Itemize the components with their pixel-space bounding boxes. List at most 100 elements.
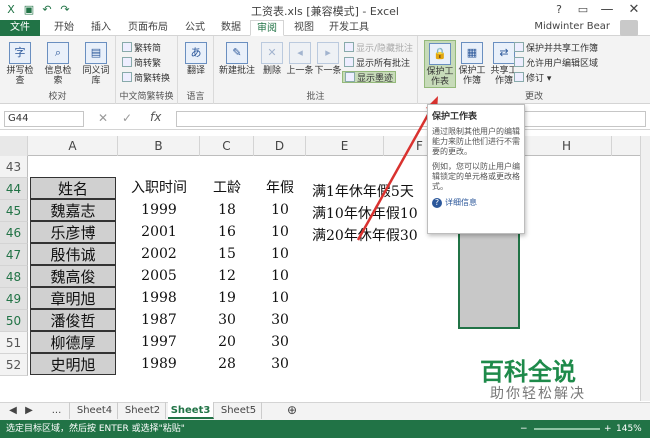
user-name[interactable]: Midwinter Bear	[534, 21, 610, 32]
cell-name[interactable]: 史明旭	[30, 353, 116, 375]
tab-page-layout[interactable]: 页面布局	[122, 20, 174, 36]
chinese-conversion-button[interactable]: 简繁转换	[122, 72, 170, 84]
row-header-48[interactable]: 48	[0, 266, 28, 288]
zoom-out-button[interactable]: −	[520, 420, 528, 438]
name-box[interactable]: G44	[4, 111, 84, 127]
cell-name[interactable]: 章明旭	[30, 287, 116, 309]
cell-hire-year[interactable]: 2005	[118, 265, 200, 287]
show-ink-button[interactable]: 显示墨迹	[342, 71, 397, 84]
sheet-tab-sheet2[interactable]: Sheet2	[120, 402, 166, 419]
sheet-prev-icon[interactable]: ◀	[6, 402, 20, 419]
zoom-slider[interactable]	[534, 428, 600, 430]
cell-years[interactable]: 19	[200, 287, 254, 309]
row-header-47[interactable]: 47	[0, 244, 28, 266]
cell-hire-year[interactable]: 2001	[118, 221, 200, 243]
sheet-next-icon[interactable]: ▶	[22, 402, 36, 419]
cell-name[interactable]: 乐彦博	[30, 221, 116, 243]
cell-years[interactable]: 12	[200, 265, 254, 287]
cell-years[interactable]: 15	[200, 243, 254, 265]
show-hide-comment-button[interactable]: 显示/隐藏批注	[344, 42, 413, 54]
cell-leave[interactable]: 30	[254, 353, 306, 375]
minimize-button[interactable]: —	[594, 0, 620, 20]
cell-hire-year[interactable]: 1999	[118, 199, 200, 221]
simplified-to-traditional-button[interactable]: 简转繁	[122, 57, 161, 69]
cell-leave[interactable]: 10	[254, 243, 306, 265]
cell-years[interactable]: 28	[200, 353, 254, 375]
tab-home[interactable]: 开始	[44, 20, 84, 36]
new-comment-button[interactable]: ✎ 新建批注	[218, 40, 256, 88]
sheet-tab-sheet3[interactable]: Sheet3	[168, 402, 214, 419]
sheet-tab-sheet4[interactable]: Sheet4	[72, 402, 118, 419]
zoom-in-button[interactable]: +	[604, 420, 612, 438]
cell-leave[interactable]: 30	[254, 309, 306, 331]
spell-check-button[interactable]: 字拼写检查	[4, 40, 36, 88]
row-header-52[interactable]: 52	[0, 354, 28, 376]
row-header-45[interactable]: 45	[0, 200, 28, 222]
column-header-c[interactable]: C	[200, 136, 254, 156]
cell-leave[interactable]: 10	[254, 199, 306, 221]
tab-developer[interactable]: 开发工具	[324, 20, 374, 36]
cell-hire-year[interactable]: 1987	[118, 309, 200, 331]
cell-name[interactable]: 魏嘉志	[30, 199, 116, 221]
cell-leave[interactable]: 10	[254, 287, 306, 309]
column-header-d[interactable]: D	[254, 136, 306, 156]
protect-sheet-button[interactable]: 🔒 保护工作表	[424, 40, 456, 88]
research-button[interactable]: ⌕ 信息检索	[42, 40, 74, 88]
column-header-h[interactable]: H	[522, 136, 612, 156]
cell-years[interactable]: 16	[200, 221, 254, 243]
cell-header-years[interactable]: 工龄	[200, 177, 254, 199]
cell-hire-year[interactable]: 2002	[118, 243, 200, 265]
allow-edit-ranges-button[interactable]: 允许用户编辑区域	[514, 57, 598, 69]
cell-name[interactable]: 潘俊哲	[30, 309, 116, 331]
tab-insert[interactable]: 插入	[84, 20, 118, 36]
cancel-icon[interactable]: ✕	[98, 111, 108, 125]
tab-data[interactable]: 数据	[214, 20, 248, 36]
select-all-corner[interactable]	[0, 136, 28, 156]
track-changes-button[interactable]: 修订 ▾	[514, 72, 551, 84]
cell-years[interactable]: 18	[200, 199, 254, 221]
tooltip-more-info-link[interactable]: ? 详细信息	[432, 197, 520, 208]
cell-name[interactable]: 柳德厚	[30, 331, 116, 353]
cell-years[interactable]: 30	[200, 309, 254, 331]
cell-hire-year[interactable]: 1989	[118, 353, 200, 375]
row-header-51[interactable]: 51	[0, 332, 28, 354]
row-header-46[interactable]: 46	[0, 222, 28, 244]
cell-leave[interactable]: 10	[254, 221, 306, 243]
cell-hire-year[interactable]: 1997	[118, 331, 200, 353]
protect-share-button[interactable]: 保护并共享工作簿	[514, 42, 598, 54]
column-header-b[interactable]: B	[118, 136, 200, 156]
sheet-more-button[interactable]: ...	[44, 402, 70, 419]
cell-years[interactable]: 20	[200, 331, 254, 353]
cell-leave[interactable]: 30	[254, 331, 306, 353]
row-header-43[interactable]: 43	[0, 156, 28, 178]
zoom-level[interactable]: 145%	[616, 420, 642, 438]
avatar[interactable]	[620, 20, 638, 36]
vertical-scrollbar[interactable]	[640, 136, 650, 401]
next-comment-button[interactable]: ▸ 下一条	[312, 40, 344, 88]
traditional-to-simplified-button[interactable]: 繁转简	[122, 42, 161, 54]
row-header-44[interactable]: 44	[0, 178, 28, 200]
tab-file[interactable]: 文件	[0, 20, 40, 36]
cell-hire-year[interactable]: 1998	[118, 287, 200, 309]
tab-view[interactable]: 视图	[288, 20, 320, 36]
show-all-comments-button[interactable]: 显示所有批注	[344, 57, 410, 69]
insert-function-icon[interactable]: fx	[150, 110, 161, 124]
column-header-a[interactable]: A	[28, 136, 118, 156]
help-icon[interactable]: ?	[546, 0, 572, 20]
cell-name[interactable]: 魏高俊	[30, 265, 116, 287]
tab-review[interactable]: 审阅	[250, 20, 284, 36]
cell-header-name[interactable]: 姓名	[30, 177, 116, 199]
thesaurus-button[interactable]: ▤ 同义词库	[80, 40, 112, 88]
translate-button[interactable]: あ翻译	[180, 40, 212, 88]
cell-name[interactable]: 殷伟诚	[30, 243, 116, 265]
enter-icon[interactable]: ✓	[122, 111, 132, 125]
row-header-50[interactable]: 50	[0, 310, 28, 332]
ribbon-display-icon[interactable]: ▭	[570, 0, 596, 20]
add-sheet-icon[interactable]: ⊕	[282, 402, 302, 419]
tab-formulas[interactable]: 公式	[178, 20, 212, 36]
protect-workbook-button[interactable]: ▦ 保护工作簿	[456, 40, 488, 88]
cell-leave[interactable]: 10	[254, 265, 306, 287]
close-button[interactable]: ✕	[618, 0, 650, 20]
row-header-49[interactable]: 49	[0, 288, 28, 310]
cell-header-hire-year[interactable]: 入职时间	[118, 177, 200, 199]
